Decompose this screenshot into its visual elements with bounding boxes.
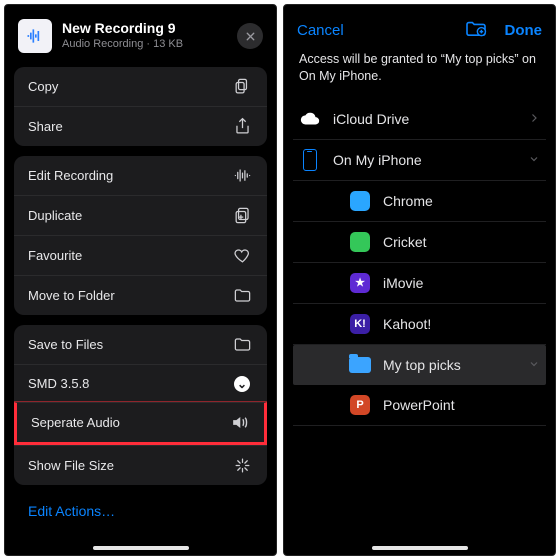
separate-audio-label: Seperate Audio [31,415,120,430]
duplicate-label: Duplicate [28,208,82,223]
done-button[interactable]: Done [505,22,543,39]
share-row[interactable]: Share [14,106,267,146]
action-group-2: Edit Recording Duplicate Favourite Move … [14,156,267,315]
folder-my-top-picks[interactable]: My top picks [293,345,546,385]
app-icon: P [349,394,371,416]
heart-icon [231,246,253,265]
copy-icon [231,77,253,96]
chevron-down-icon [528,357,540,373]
action-group-1: Copy Share [14,67,267,146]
on-my-iphone-row[interactable]: On My iPhone [293,140,546,181]
header-text: New Recording 9 Audio Recording · 13 KB [62,20,237,51]
folder-label: Kahoot! [383,316,431,332]
new-folder-button[interactable] [465,19,487,41]
speaker-icon [228,413,250,432]
folder-cricket[interactable]: Cricket [293,222,546,263]
move-to-folder-label: Move to Folder [28,288,115,303]
chevron-right-icon [528,111,540,127]
cloud-icon [299,108,321,130]
folder-icon [349,354,371,376]
folder-label: Cricket [383,234,427,250]
app-icon [349,190,371,212]
waveform-icon [231,166,253,185]
action-group-3: Save to Files SMD 3.5.8 ⌄ Seperate Audio… [14,325,267,485]
folder-icon [231,286,253,305]
cancel-button[interactable]: Cancel [297,22,344,39]
share-sheet-screen: New Recording 9 Audio Recording · 13 KB … [4,4,277,556]
icloud-drive-row[interactable]: iCloud Drive [293,99,546,140]
show-file-size-label: Show File Size [28,458,114,473]
close-button[interactable] [237,23,263,49]
favourite-row[interactable]: Favourite [14,235,267,275]
grant-access-message: Access will be granted to “My top picks”… [293,51,546,99]
folder-kahoot[interactable]: K! Kahoot! [293,304,546,345]
smd-label: SMD 3.5.8 [28,376,89,391]
show-file-size-row[interactable]: Show File Size [14,445,267,485]
separate-audio-row[interactable]: Seperate Audio [14,402,267,445]
copy-row[interactable]: Copy [14,67,267,106]
recording-thumbnail [18,19,52,53]
sparkle-icon [231,456,253,475]
duplicate-row[interactable]: Duplicate [14,195,267,235]
app-icon: ★ [349,272,371,294]
folder-label: My top picks [383,357,461,373]
home-indicator [372,546,468,550]
folder-icon [231,335,253,354]
icloud-label: iCloud Drive [333,111,409,127]
app-icon [349,231,371,253]
edit-recording-row[interactable]: Edit Recording [14,156,267,195]
chevron-down-icon [528,152,540,168]
save-to-files-row[interactable]: Save to Files [14,325,267,364]
close-icon [244,30,257,43]
copy-label: Copy [28,79,58,94]
folder-imovie[interactable]: ★ iMovie [293,263,546,304]
folder-label: iMovie [383,275,423,291]
circle-chevron-icon: ⌄ [231,376,253,392]
recording-subtitle: Audio Recording · 13 KB [62,38,237,52]
favourite-label: Favourite [28,248,82,263]
save-to-files-label: Save to Files [28,337,103,352]
folder-chrome[interactable]: Chrome [293,181,546,222]
share-sheet-header: New Recording 9 Audio Recording · 13 KB [14,17,267,67]
home-indicator [93,546,189,550]
duplicate-icon [231,206,253,225]
folder-label: PowerPoint [383,397,455,413]
share-icon [231,117,253,136]
waveform-thumb-icon [25,26,45,46]
edit-recording-label: Edit Recording [28,168,113,183]
phone-icon [299,149,321,171]
file-picker-topbar: Cancel Done [293,17,546,51]
file-picker-screen: Cancel Done Access will be granted to “M… [283,4,556,556]
smd-row[interactable]: SMD 3.5.8 ⌄ [14,364,267,402]
on-my-iphone-label: On My iPhone [333,152,422,168]
recording-title: New Recording 9 [62,20,237,38]
edit-actions-link[interactable]: Edit Actions… [14,495,267,523]
folder-label: Chrome [383,193,433,209]
share-label: Share [28,119,63,134]
app-icon: K! [349,313,371,335]
folder-powerpoint[interactable]: P PowerPoint [293,385,546,426]
move-to-folder-row[interactable]: Move to Folder [14,275,267,315]
